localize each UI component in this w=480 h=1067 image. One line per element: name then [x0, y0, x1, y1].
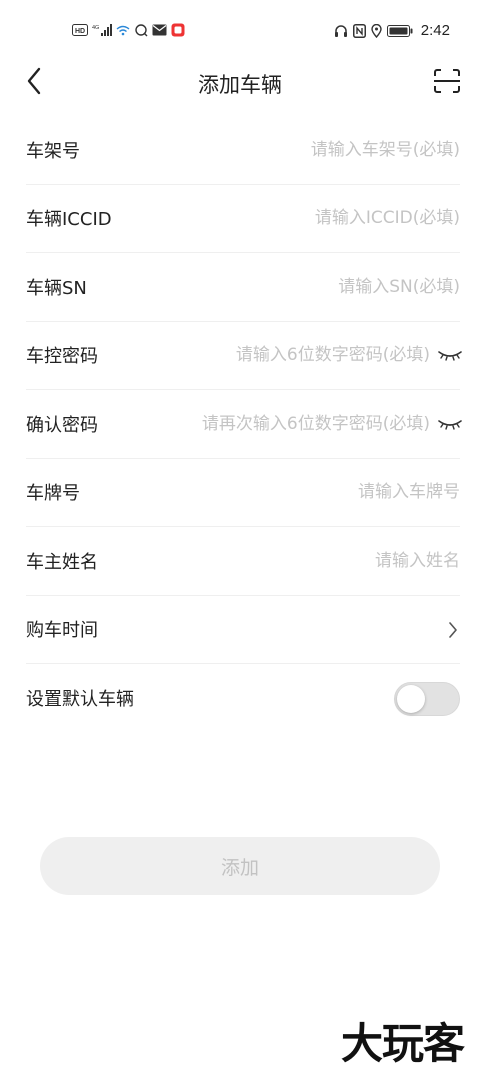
svg-text:4G: 4G	[92, 25, 99, 31]
default-vehicle-toggle[interactable]	[394, 682, 460, 716]
nav-bar: 添加车辆	[0, 60, 480, 106]
wifi-hotspot-icon	[116, 22, 130, 38]
chevron-right-icon	[446, 620, 460, 640]
scan-button[interactable]	[432, 68, 462, 98]
status-time: 2:42	[420, 22, 450, 39]
nfc-icon	[352, 23, 366, 39]
default-vehicle-label: 设置默认车辆	[26, 689, 134, 711]
owner-input[interactable]	[106, 550, 460, 571]
page-title: 添加车辆	[198, 73, 282, 97]
status-bar-left: HD 4G	[72, 22, 185, 38]
owner-label: 车主姓名	[26, 551, 98, 573]
chevron-left-icon	[26, 67, 42, 99]
watermark-logo: 大玩客	[340, 1019, 465, 1067]
scan-icon	[433, 68, 461, 98]
purchase-date-row[interactable]: 购车时间	[26, 596, 460, 664]
sn-row: 车辆SN	[26, 253, 460, 322]
toggle-knob	[397, 685, 425, 713]
eye-closed-icon[interactable]	[436, 416, 464, 432]
add-vehicle-form: 车架号 车辆ICCID 车辆SN 车控密码 确认密码 车牌号 车主姓名 购车时间	[0, 116, 480, 733]
app-icon	[134, 22, 148, 38]
plate-label: 车牌号	[26, 483, 80, 505]
iccid-label: 车辆ICCID	[26, 209, 112, 231]
confirm-password-input[interactable]	[106, 413, 430, 434]
vin-row: 车架号	[26, 116, 460, 185]
battery-icon	[386, 23, 413, 39]
plate-row: 车牌号	[26, 459, 460, 527]
status-bar: HD 4G 2:42	[0, 0, 480, 60]
plate-input[interactable]	[88, 482, 460, 503]
mail-icon	[152, 22, 167, 38]
default-vehicle-row: 设置默认车辆	[26, 664, 460, 733]
svg-text:HD: HD	[75, 28, 85, 35]
sn-label: 车辆SN	[26, 277, 87, 299]
4g-signal-icon: 4G	[92, 22, 112, 38]
purchase-date-label: 购车时间	[26, 620, 98, 642]
back-button[interactable]	[20, 67, 48, 99]
password-label: 车控密码	[26, 346, 98, 368]
confirm-password-row: 确认密码	[26, 390, 462, 459]
iccid-input[interactable]	[119, 208, 460, 229]
status-bar-right: 2:42	[334, 22, 450, 39]
eye-closed-icon[interactable]	[436, 347, 464, 363]
sn-input[interactable]	[94, 276, 460, 297]
owner-row: 车主姓名	[26, 527, 460, 596]
app-red-icon	[171, 22, 185, 38]
password-input[interactable]	[106, 345, 430, 366]
password-row: 车控密码	[26, 322, 462, 390]
hd-icon: HD	[72, 22, 88, 38]
vin-input[interactable]	[88, 139, 460, 160]
vin-label: 车架号	[26, 140, 80, 162]
confirm-password-label: 确认密码	[26, 414, 98, 436]
headset-icon	[334, 23, 348, 39]
iccid-row: 车辆ICCID	[26, 185, 460, 253]
add-button[interactable]: 添加	[40, 837, 440, 895]
location-icon	[371, 23, 382, 39]
